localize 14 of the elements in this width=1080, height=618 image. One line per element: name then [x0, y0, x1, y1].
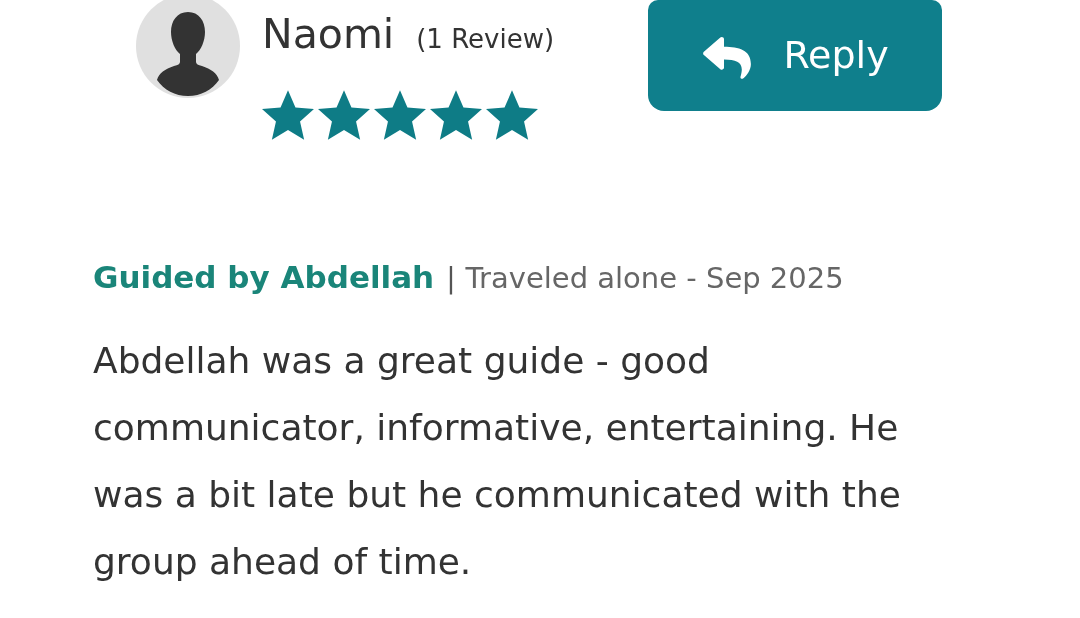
avatar-icon	[136, 0, 240, 98]
reviewer-name: Naomi	[262, 9, 395, 60]
review-text: Abdellah was a great guide - good communicator, informative, entertaining. He was a bit late but he communicated with the group ahead of time.	[93, 338, 902, 584]
guide-name: Guided by Abdellah	[93, 258, 435, 297]
star-icon	[262, 90, 314, 140]
star-icon	[486, 90, 538, 140]
review-count: (1 Review)	[416, 23, 555, 56]
star-icon	[430, 90, 482, 140]
reply-button[interactable]: Reply	[648, 0, 942, 111]
reply-icon	[701, 36, 754, 79]
star-icon	[374, 90, 426, 140]
star-icon	[318, 90, 370, 140]
trip-info: Traveled alone - Sep 2025	[465, 260, 844, 297]
separator: |	[446, 261, 456, 297]
